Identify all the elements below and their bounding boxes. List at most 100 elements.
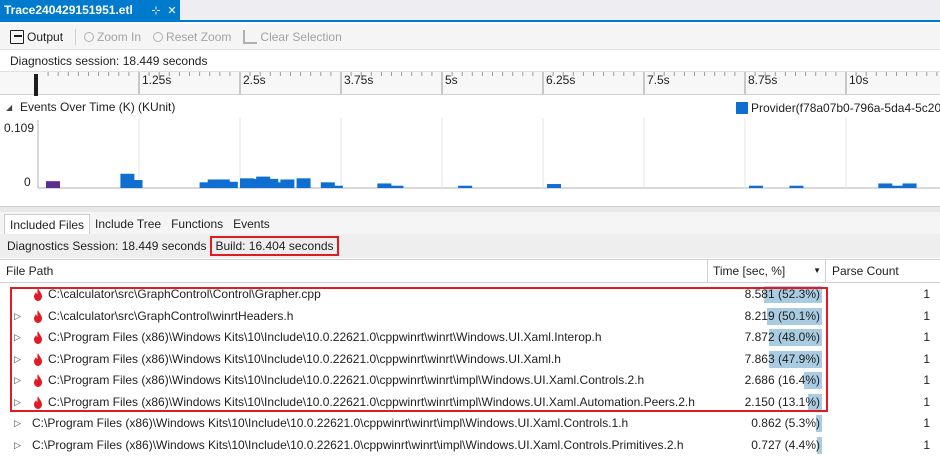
chart-bar[interactable] [389, 185, 404, 188]
clear-selection-icon [243, 29, 258, 44]
hot-path-flame-icon [34, 395, 42, 409]
time-cell: 2.686 (16.4%) [708, 370, 826, 391]
expand-row-icon[interactable]: ▷ [14, 440, 22, 450]
collapse-triangle-icon[interactable]: ◢ [6, 103, 16, 112]
timeline-ruler[interactable]: 1.25s 2.5s 3.75s 5s 6.25s 7.5s 8.75s 10s [0, 71, 940, 96]
chart-bar[interactable] [547, 184, 562, 188]
events-chart[interactable]: 0.109 0 [0, 118, 940, 204]
tab-include-tree[interactable]: Include Tree [90, 214, 166, 234]
table-row[interactable]: ▷ C:\Program Files (x86)\Windows Kits\10\… [0, 435, 940, 457]
hot-path-flame-icon [34, 352, 42, 366]
expand-row-icon[interactable]: ▷ [14, 397, 22, 407]
parse-count-cell: 1 [923, 308, 930, 323]
document-tab[interactable]: Trace240429151951.etl ⊹ ✕ [0, 0, 180, 20]
tab-functions[interactable]: Functions [166, 214, 228, 234]
time-cell: 8.581 (52.3%) [708, 284, 826, 305]
expand-row-icon[interactable]: ▷ [14, 332, 22, 342]
time-value: 2.150 (13.1%) [744, 394, 820, 409]
expand-row-icon[interactable]: ▷ [14, 311, 22, 321]
chart-bar[interactable] [902, 183, 917, 188]
included-files-table: C:\calculator\src\GraphControl\Control\G… [0, 284, 940, 457]
timeline-start-marker[interactable] [34, 74, 38, 96]
file-path-cell: C:\calculator\src\GraphControl\Control\G… [48, 287, 321, 301]
reset-zoom-button[interactable]: Reset Zoom [149, 27, 235, 47]
chart-bar[interactable] [377, 183, 392, 188]
chart-bar[interactable] [128, 180, 143, 188]
expand-row-icon[interactable]: ▷ [14, 418, 22, 428]
file-path-cell: C:\Program Files (x86)\Windows Kits\10\I… [48, 373, 645, 387]
expand-row-icon[interactable]: ▷ [14, 375, 22, 385]
ruler-tick-label: 10s [849, 73, 868, 87]
tab-events[interactable]: Events [228, 214, 275, 234]
close-icon[interactable]: ✕ [164, 4, 180, 17]
column-header-time[interactable]: Time [sec, %] ▼ [708, 260, 826, 282]
tab-included-files[interactable]: Included Files [4, 214, 91, 234]
output-icon [10, 29, 24, 44]
ruler-tick-label: 8.75s [748, 73, 777, 87]
reset-zoom-label: Reset Zoom [166, 29, 232, 44]
hot-path-flame-icon [34, 374, 42, 387]
y-axis-min-label: 0 [24, 175, 31, 189]
ruler-tick-label: 7.5s [647, 73, 670, 87]
clear-selection-label: Clear Selection [260, 29, 342, 44]
chart-bar[interactable] [46, 181, 60, 188]
ruler-tick-label: 5s [445, 73, 458, 87]
chart-bar[interactable] [890, 185, 905, 188]
time-cell: 7.872 (48.0%) [708, 327, 826, 348]
document-tab-strip: Trace240429151951.etl ⊹ ✕ [0, 0, 940, 22]
expand-row-icon[interactable]: ▷ [14, 354, 22, 364]
time-cell: 7.863 (47.9%) [708, 349, 826, 370]
table-row[interactable]: ▷ C:\calculator\src\GraphControl\winrtHea… [0, 306, 940, 328]
time-cell: 2.150 (13.1%) [708, 392, 826, 413]
chart-bar[interactable] [328, 185, 343, 188]
parse-count-header-label: Parse Count [832, 264, 899, 278]
ruler-tick-label: 6.25s [546, 73, 575, 87]
time-value: 8.219 (50.1%) [744, 308, 820, 323]
time-value: 0.727 (4.4%) [751, 437, 820, 452]
chart-bar[interactable] [458, 185, 473, 188]
ruler-tick-label: 3.75s [344, 73, 373, 87]
ruler-tick-label: 2.5s [243, 73, 266, 87]
file-path-cell: C:\Program Files (x86)\Windows Kits\10\I… [32, 416, 629, 430]
parse-count-cell: 1 [923, 351, 930, 366]
hot-path-flame-icon [34, 288, 42, 301]
column-header-file-path[interactable]: File Path [0, 260, 708, 282]
table-row[interactable]: ▷ C:\Program Files (x86)\Windows Kits\10\… [0, 370, 940, 392]
zoom-in-button[interactable]: Zoom In [80, 27, 145, 47]
y-axis-max-label: 0.109 [4, 121, 34, 135]
toolbar-separator [75, 28, 77, 45]
timeline-ruler-svg: 1.25s 2.5s 3.75s 5s 6.25s 7.5s 8.75s 10s [34, 72, 938, 96]
file-path-cell: C:\Program Files (x86)\Windows Kits\10\I… [48, 351, 561, 366]
time-header-label: Time [sec, %] [713, 264, 786, 278]
legend-swatch [736, 102, 748, 114]
time-value: 8.581 (52.3%) [744, 287, 820, 301]
column-header-parse-count[interactable]: Parse Count [826, 260, 940, 282]
chart-bar[interactable] [878, 183, 893, 188]
time-value: 7.863 (47.9%) [744, 351, 820, 366]
parse-count-cell: 1 [923, 394, 930, 409]
table-row[interactable]: ▷ C:\Program Files (x86)\Windows Kits\10\… [0, 392, 940, 414]
pin-icon[interactable]: ⊹ [148, 4, 164, 17]
chart-bar[interactable] [296, 178, 311, 188]
table-row[interactable]: ▷ C:\Program Files (x86)\Windows Kits\10\… [0, 327, 940, 349]
clear-selection-button[interactable]: Clear Selection [239, 27, 345, 47]
table-row[interactable]: ▷ C:\Program Files (x86)\Windows Kits\10\… [0, 349, 940, 371]
summary-bar: Diagnostics Session: 18.449 seconds Buil… [0, 234, 940, 258]
output-button[interactable]: Output [6, 27, 67, 47]
legend-label: Provider(f78a07b0-796a-5da4-5c20- [751, 101, 940, 115]
toolbar: Output Zoom In Reset Zoom Clear Selectio… [0, 24, 940, 50]
file-path-cell: C:\Program Files (x86)\Windows Kits\10\I… [48, 330, 602, 344]
file-path-cell: C:\calculator\src\GraphControl\winrtHead… [48, 308, 294, 323]
table-row[interactable]: C:\calculator\src\GraphControl\Control\G… [0, 284, 940, 306]
time-cell: 8.219 (50.1%) [708, 306, 826, 327]
file-path-header-label: File Path [6, 264, 54, 278]
chart-bar[interactable] [789, 185, 804, 188]
table-row[interactable]: ▷ C:\Program Files (x86)\Windows Kits\10\… [0, 413, 940, 435]
chart-bar[interactable] [749, 185, 764, 188]
time-value: 2.686 (16.4%) [744, 373, 820, 387]
time-cell: 0.862 (5.3%) [708, 413, 826, 434]
chart-bar[interactable] [280, 179, 295, 188]
time-value: 0.862 (5.3%) [751, 416, 820, 430]
zoom-in-label: Zoom In [97, 29, 142, 44]
chart-bar[interactable] [223, 181, 238, 188]
